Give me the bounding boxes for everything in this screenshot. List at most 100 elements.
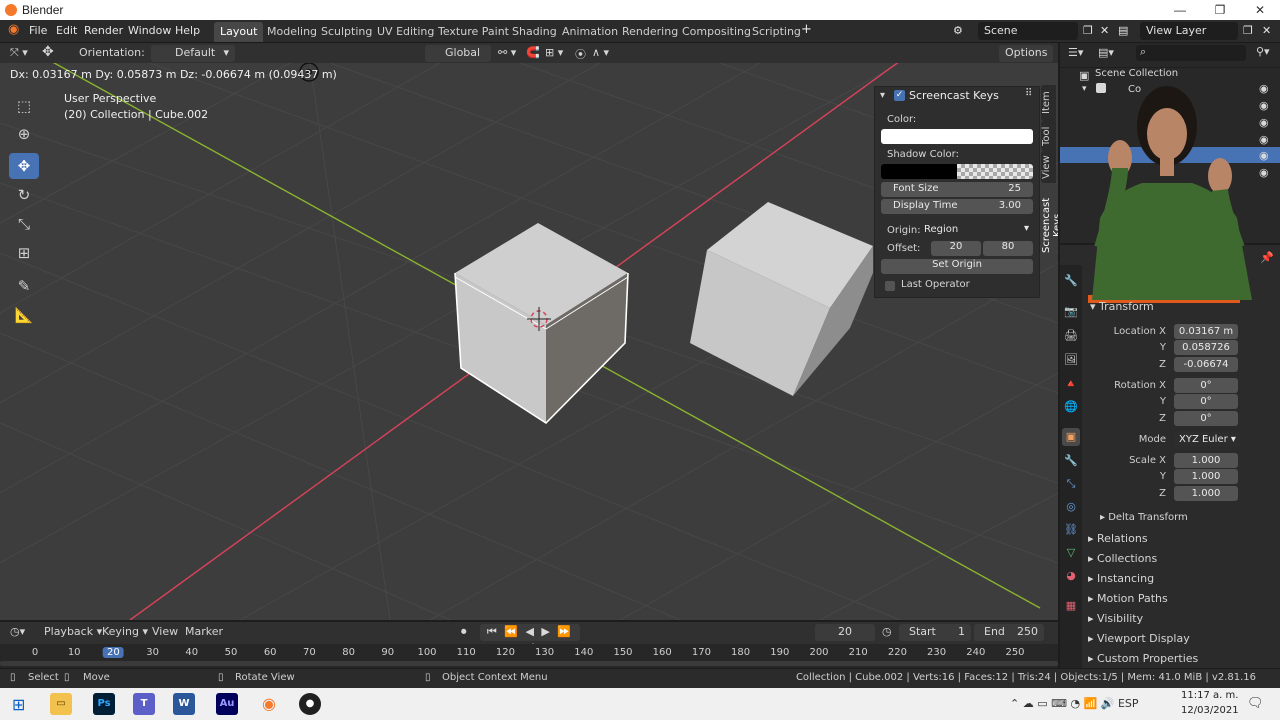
falloff-icon[interactable]: ∧ ▾ [592, 46, 609, 59]
last-operator-checkbox[interactable] [885, 281, 895, 291]
pin-icon[interactable]: 📌 [1260, 251, 1274, 264]
preview-range-icon[interactable]: ◷ [882, 625, 892, 638]
shadow-color-swatch[interactable] [881, 164, 1033, 179]
particles-tab-icon[interactable]: ⤡ [1062, 475, 1080, 493]
start-frame-field[interactable]: Start 1 [899, 624, 971, 641]
location-z-field[interactable]: -0.06674 [1174, 357, 1238, 372]
rotate-tool[interactable]: ↻ [9, 182, 39, 208]
tab-modeling[interactable]: Modeling [261, 22, 323, 42]
move-gizmo-icon[interactable]: ✥ [42, 44, 54, 60]
proportional-edit-icon[interactable]: ⦿ [575, 46, 586, 62]
physics-tab-icon[interactable]: ◎ [1062, 498, 1080, 516]
clock-date[interactable]: 12/03/2021 [1181, 705, 1239, 716]
view-menu[interactable]: View [152, 625, 178, 638]
minimize-button[interactable]: — [1160, 0, 1200, 20]
system-tray-icons[interactable]: ⌃ ☁ ▭ ⌨ ◔ 📶 🔊 ESP [1010, 697, 1139, 710]
keying-menu[interactable]: Keying ▾ [102, 625, 148, 638]
timeline-ruler[interactable]: 0 10 20 30 40 50 60 70 80 90 100 110 120 130 140 150 160… [0, 644, 1058, 668]
pivot-point-icon[interactable]: ⚯ ▾ [498, 46, 516, 59]
menu-file[interactable]: File [29, 24, 47, 37]
collections-header[interactable]: ▸ Collections [1088, 552, 1157, 565]
rotation-mode-dropdown[interactable]: XYZ Euler ▾ [1174, 432, 1240, 447]
transform-orientation-dropdown[interactable]: Global ▾ [425, 45, 491, 72]
timeline-playhead[interactable]: 20 [103, 647, 124, 658]
selected-cube[interactable] [454, 223, 629, 425]
offset-x-field[interactable]: 20 [931, 241, 981, 256]
screencast-enable-checkbox[interactable]: ✓ [894, 90, 905, 101]
tab-animation[interactable]: Animation [556, 22, 624, 42]
blender-menu-icon[interactable]: ◉ [8, 22, 19, 37]
select-box-tool[interactable]: ⬚ [9, 93, 39, 119]
menu-help[interactable]: Help [175, 24, 200, 37]
transform-pivot-icon[interactable]: ⤧ ▾ [10, 46, 28, 60]
display-mode-icon[interactable]: ▤▾ [1098, 46, 1114, 59]
object-tab-icon[interactable]: ▣ [1062, 428, 1080, 446]
transform-panel-header[interactable]: ▾ Transform [1090, 300, 1154, 313]
data-tab-icon[interactable]: ▽ [1062, 544, 1080, 562]
clock-icon[interactable]: ◷▾ [10, 625, 25, 638]
delta-transform-header[interactable]: ▸ Delta Transform [1100, 512, 1188, 523]
clock-time[interactable]: 11:17 a. m. [1181, 690, 1238, 701]
playback-menu[interactable]: Playback ▾ [44, 625, 102, 638]
view-layer-selector[interactable]: View Layer [1140, 22, 1238, 40]
word-icon[interactable]: W [173, 693, 195, 715]
tab-scripting[interactable]: Scripting [746, 22, 807, 42]
scale-z-field[interactable]: 1.000 [1174, 486, 1238, 501]
add-workspace-button[interactable]: + [801, 22, 812, 37]
tab-shading[interactable]: Shading [506, 22, 563, 42]
scene-tab-icon[interactable]: 🔺 [1062, 375, 1080, 393]
set-origin-button[interactable]: Set Origin [881, 259, 1033, 274]
world-tab-icon[interactable]: 🌐 [1062, 398, 1080, 416]
filter-icon[interactable]: ⚲▾ [1256, 45, 1270, 58]
menu-render[interactable]: Render [84, 24, 123, 37]
scale-tool[interactable]: ⤡ [9, 211, 39, 237]
scale-y-field[interactable]: 1.000 [1174, 469, 1238, 484]
font-size-slider[interactable]: Font Size 25 [881, 182, 1033, 197]
origin-dropdown[interactable]: Region ▾ [920, 223, 1033, 238]
obs-icon[interactable]: ● [299, 693, 321, 715]
visibility-header[interactable]: ▸ Visibility [1088, 612, 1143, 625]
viewport-display-header[interactable]: ▸ Viewport Display [1088, 632, 1190, 645]
tab-uv-editing[interactable]: UV Editing [371, 22, 440, 42]
tab-item[interactable]: Item [1041, 85, 1056, 121]
custom-properties-header[interactable]: ▸ Custom Properties [1088, 652, 1198, 665]
relations-header[interactable]: ▸ Relations [1088, 532, 1148, 545]
offset-y-field[interactable]: 80 [983, 241, 1033, 256]
remove-view-layer-icon[interactable]: ✕ [1262, 24, 1271, 37]
snap-icon[interactable]: 🧲 [526, 46, 540, 59]
file-explorer-icon[interactable]: ▭ [50, 693, 72, 715]
location-y-field[interactable]: 0.058726 [1174, 340, 1238, 355]
remove-scene-icon[interactable]: ✕ [1100, 24, 1109, 37]
instancing-header[interactable]: ▸ Instancing [1088, 572, 1154, 585]
new-scene-icon[interactable]: ❐ [1083, 24, 1093, 37]
view-layer-tab-icon[interactable]: 🖼 [1062, 351, 1080, 369]
tab-tool[interactable]: Tool [1041, 121, 1056, 151]
blender-taskbar-icon[interactable]: ◉ [258, 693, 280, 715]
tab-texture-paint[interactable]: Texture Paint [432, 22, 515, 42]
new-view-layer-icon[interactable]: ❐ [1243, 24, 1253, 37]
color-swatch[interactable] [881, 129, 1033, 144]
rotation-y-field[interactable]: 0° [1174, 394, 1238, 409]
move-tool[interactable]: ✥ [9, 153, 39, 179]
options-dropdown[interactable]: Options ▾ [999, 45, 1053, 72]
material-tab-icon[interactable]: ◕ [1062, 567, 1080, 585]
record-icon[interactable]: ⏺ [461, 625, 467, 639]
tab-compositing[interactable]: Compositing [676, 22, 757, 42]
tab-view[interactable]: View [1041, 151, 1056, 183]
scene-selector[interactable]: Scene [978, 22, 1078, 40]
panel-drag-handle-icon[interactable]: ⠿ [1025, 88, 1032, 99]
teams-icon[interactable]: T [133, 693, 155, 715]
editor-type-icon[interactable]: ☰▾ [1068, 46, 1083, 59]
display-time-slider[interactable]: Display Time 3.00 [881, 199, 1033, 214]
modifier-tab-icon[interactable]: 🔧 [1062, 452, 1080, 470]
maximize-button[interactable]: ❐ [1200, 0, 1240, 20]
outliner-search-input[interactable]: ⌕ [1136, 45, 1246, 61]
annotate-tool[interactable]: ✎ [9, 273, 39, 299]
tab-layout[interactable]: Layout [214, 22, 264, 42]
tab-screencast-keys[interactable]: Screencast Keys [1041, 185, 1058, 265]
windows-start-icon[interactable]: ⊞ [12, 695, 25, 714]
current-frame-field[interactable]: 20 [815, 624, 875, 641]
tab-sculpting[interactable]: Sculpting [315, 22, 378, 42]
timeline-scrollbar[interactable] [0, 661, 1058, 666]
rotation-z-field[interactable]: 0° [1174, 411, 1238, 426]
